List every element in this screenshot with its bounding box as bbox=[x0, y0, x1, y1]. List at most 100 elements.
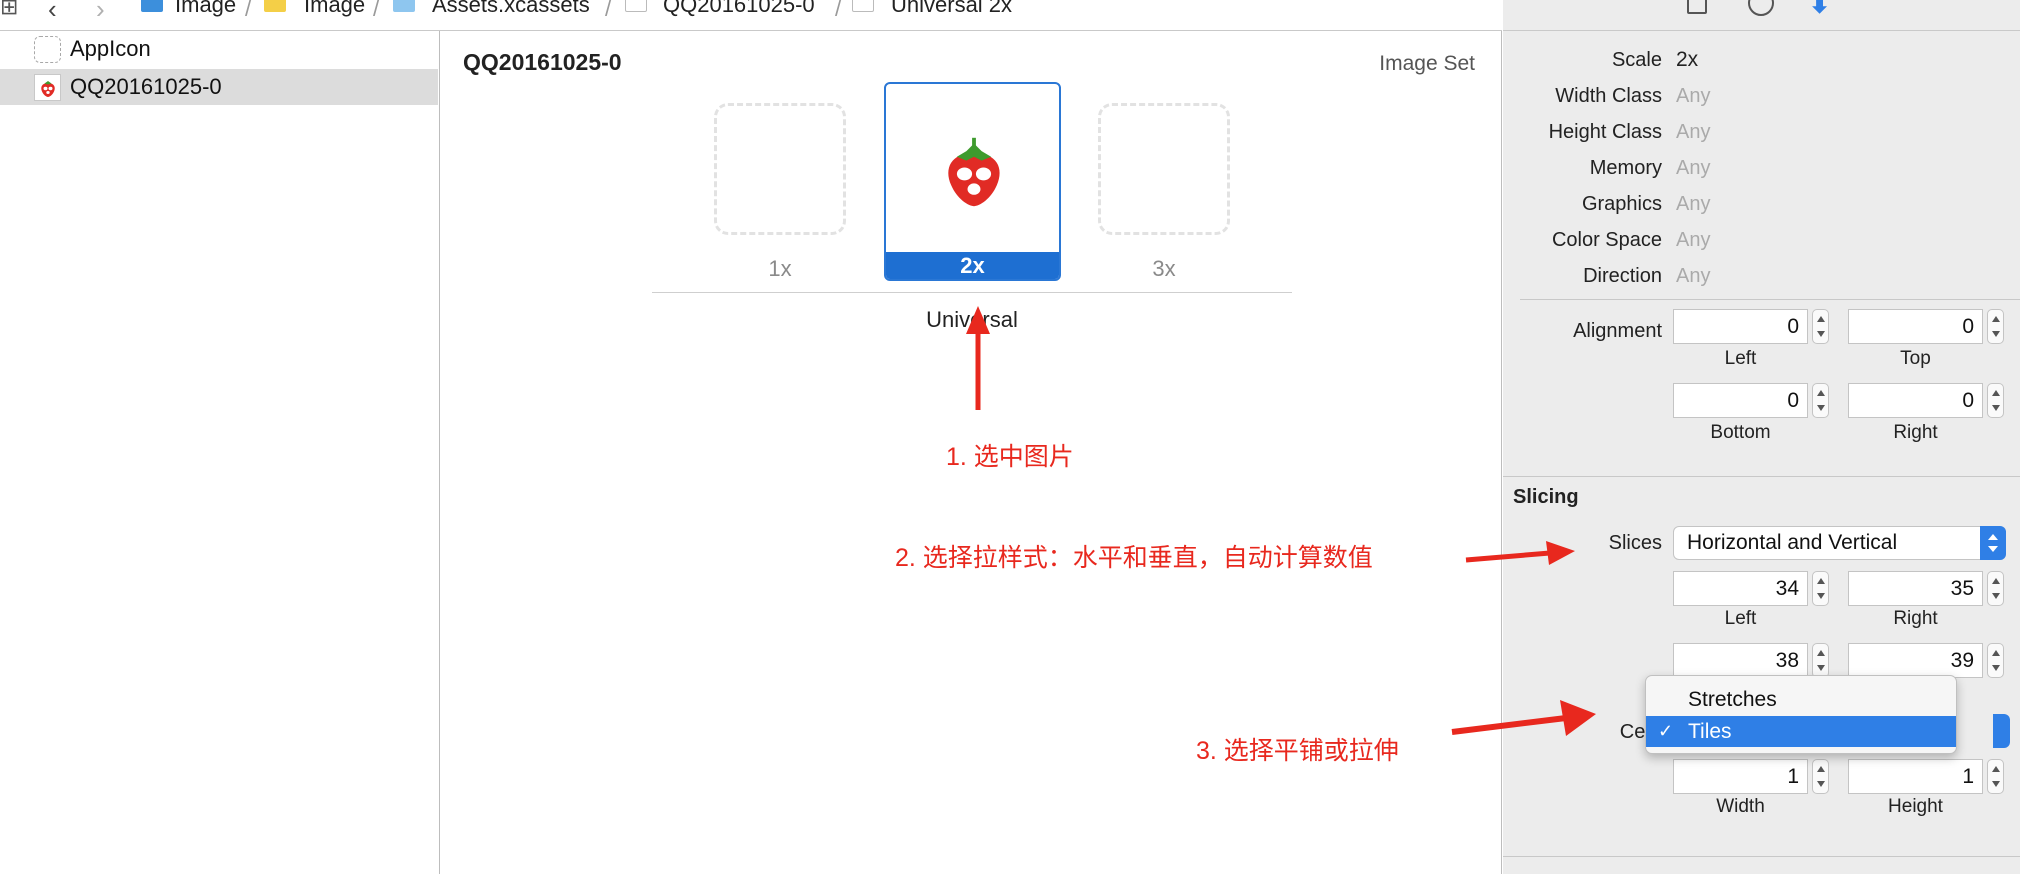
annotation-step-3: 3. 选择平铺或拉伸 bbox=[1196, 737, 1399, 765]
menu-item-tiles[interactable]: ✓ Tiles bbox=[1646, 716, 1956, 747]
forward-chevron-icon[interactable]: › bbox=[96, 0, 105, 25]
section-divider bbox=[1503, 856, 2020, 857]
popup-arrows-icon bbox=[1980, 526, 2006, 560]
height-class-value[interactable]: Any bbox=[1676, 121, 1710, 144]
slice-bottom-field[interactable]: 39 bbox=[1848, 643, 1983, 678]
inspector-tab-bar: ⬇ bbox=[1503, 0, 2020, 31]
app-icon-placeholder-icon bbox=[34, 36, 61, 63]
breadcrumb-item[interactable]: Universal 2x bbox=[891, 0, 1012, 18]
navigator-item-label: QQ20161025-0 bbox=[70, 74, 222, 99]
navigator-item-label: AppIcon bbox=[70, 36, 151, 61]
image-set-icon bbox=[625, 0, 647, 12]
annotation-step-1: 1. 选中图片 bbox=[946, 443, 1074, 471]
quick-help-icon[interactable] bbox=[1748, 0, 1774, 16]
direction-key: Direction bbox=[1583, 265, 1662, 287]
alignment-right-field[interactable]: 0 bbox=[1848, 383, 1983, 418]
slot-2x-label: 2x bbox=[886, 252, 1059, 279]
project-icon bbox=[141, 0, 163, 12]
attributes-inspector-icon[interactable]: ⬇ bbox=[1807, 0, 1832, 21]
section-divider bbox=[1503, 476, 2020, 477]
scale-value: 2x bbox=[1676, 48, 1699, 71]
slices-popup-value: Horizontal and Vertical bbox=[1687, 531, 1898, 554]
menu-item-stretches[interactable]: Stretches bbox=[1646, 684, 1956, 715]
alignment-key: Alignment bbox=[1573, 320, 1662, 342]
strawberry-image bbox=[948, 137, 1000, 207]
breadcrumb-item[interactable]: Image bbox=[304, 0, 365, 18]
navigator-item-appicon[interactable]: AppIcon bbox=[0, 31, 438, 67]
memory-key: Memory bbox=[1589, 157, 1662, 179]
inspector-divider bbox=[1520, 299, 2020, 300]
menu-item-label: Stretches bbox=[1688, 688, 1777, 711]
scale-key: Scale bbox=[1611, 49, 1662, 71]
slice-top-field[interactable]: 38 bbox=[1673, 643, 1808, 678]
center-mode-menu: Stretches ✓ Tiles bbox=[1645, 675, 1957, 754]
breadcrumb-separator: / bbox=[245, 0, 252, 21]
breadcrumb-separator: / bbox=[373, 0, 380, 21]
slice-right-label: Right bbox=[1893, 608, 1938, 629]
width-class-key: Width Class bbox=[1555, 85, 1662, 107]
slice-left-label: Left bbox=[1724, 608, 1757, 629]
slot-1x-label: 1x bbox=[768, 256, 792, 281]
slot-3x-well[interactable] bbox=[1098, 103, 1230, 235]
asset-navigator: AppIcon QQ20161025-0 bbox=[0, 31, 440, 874]
idiom-label: Universal bbox=[926, 307, 1018, 332]
tile-width-stepper[interactable] bbox=[1812, 759, 1829, 794]
strawberry-thumbnail-icon bbox=[34, 74, 61, 101]
slicing-section-header: Slicing bbox=[1513, 486, 1579, 508]
alignment-left-stepper[interactable] bbox=[1812, 309, 1829, 344]
breadcrumb-item[interactable]: QQ20161025-0 bbox=[663, 0, 815, 18]
tile-height-field[interactable]: 1 bbox=[1848, 759, 1983, 794]
alignment-top-stepper[interactable] bbox=[1987, 309, 2004, 344]
related-items-icon[interactable]: ⊞ bbox=[0, 0, 18, 20]
slices-popup-button[interactable]: Horizontal and Vertical bbox=[1673, 526, 2006, 560]
alignment-bottom-label: Bottom bbox=[1710, 422, 1771, 443]
file-inspector-icon[interactable] bbox=[1687, 0, 1707, 14]
alignment-top-field[interactable]: 0 bbox=[1848, 309, 1983, 344]
breadcrumb-item[interactable]: Assets.xcassets bbox=[432, 0, 590, 18]
breadcrumb-separator: / bbox=[835, 0, 842, 21]
breadcrumb-item[interactable]: Image bbox=[175, 0, 236, 18]
slice-left-stepper[interactable] bbox=[1812, 571, 1829, 606]
tile-height-label: Height bbox=[1888, 796, 1943, 817]
slice-left-field[interactable]: 34 bbox=[1673, 571, 1808, 606]
alignment-left-label: Left bbox=[1724, 348, 1757, 369]
color-space-value[interactable]: Any bbox=[1676, 229, 1710, 252]
center-popup-arrows-icon[interactable] bbox=[1993, 714, 2010, 748]
slot-2x-well[interactable]: 2x bbox=[884, 82, 1061, 281]
width-class-value[interactable]: Any bbox=[1676, 85, 1710, 108]
direction-value[interactable]: Any bbox=[1676, 265, 1710, 288]
back-chevron-icon[interactable]: ‹ bbox=[48, 0, 57, 25]
checkmark-icon: ✓ bbox=[1658, 721, 1674, 741]
slices-key: Slices bbox=[1608, 532, 1662, 554]
menu-item-label: Tiles bbox=[1688, 720, 1732, 743]
navigator-item-image-set[interactable]: QQ20161025-0 bbox=[0, 69, 438, 105]
alignment-bottom-field[interactable]: 0 bbox=[1673, 383, 1808, 418]
alignment-right-stepper[interactable] bbox=[1987, 383, 2004, 418]
slice-bottom-stepper[interactable] bbox=[1987, 643, 2004, 678]
image-icon bbox=[852, 0, 874, 12]
jump-bar: ⊞ ‹ › Image / Image / Assets.xcassets / … bbox=[0, 0, 1502, 31]
graphics-key: Graphics bbox=[1581, 193, 1662, 215]
graphics-value[interactable]: Any bbox=[1676, 193, 1710, 216]
color-space-key: Color Space bbox=[1551, 229, 1662, 251]
annotation-step-2: 2. 选择拉样式：水平和垂直，自动计算数值 bbox=[895, 544, 1373, 572]
folder-icon bbox=[264, 0, 286, 12]
breadcrumb-separator: / bbox=[605, 0, 612, 21]
asset-kind-label: Image Set bbox=[1379, 52, 1475, 75]
slice-right-field[interactable]: 35 bbox=[1848, 571, 1983, 606]
slot-3x-label: 3x bbox=[1152, 256, 1176, 281]
asset-catalog-icon bbox=[393, 0, 415, 12]
slice-right-stepper[interactable] bbox=[1987, 571, 2004, 606]
alignment-bottom-stepper[interactable] bbox=[1812, 383, 1829, 418]
tile-height-stepper[interactable] bbox=[1987, 759, 2004, 794]
slice-top-stepper[interactable] bbox=[1812, 643, 1829, 678]
asset-title: QQ20161025-0 bbox=[463, 49, 622, 75]
alignment-right-label: Right bbox=[1893, 422, 1938, 443]
tile-width-field[interactable]: 1 bbox=[1673, 759, 1808, 794]
height-class-key: Height Class bbox=[1548, 121, 1662, 143]
alignment-left-field[interactable]: 0 bbox=[1673, 309, 1808, 344]
memory-value[interactable]: Any bbox=[1676, 157, 1710, 180]
idiom-divider bbox=[652, 292, 1292, 293]
tile-width-label: Width bbox=[1716, 796, 1765, 817]
slot-1x-well[interactable] bbox=[714, 103, 846, 235]
